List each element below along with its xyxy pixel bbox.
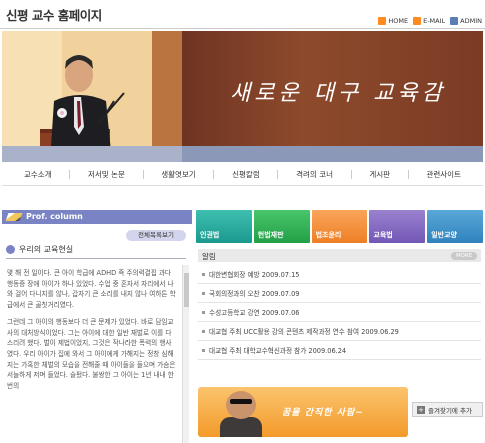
category-label: 인권법: [200, 231, 220, 239]
column-title: Prof. column: [26, 212, 83, 221]
banner-text: 꿈을 간직한 사람~: [282, 408, 364, 418]
nav-item-daily-life[interactable]: 생활엿보기: [161, 169, 196, 180]
banner-person-body: [220, 417, 262, 437]
nav-separator: [142, 170, 144, 179]
site-header: 신평 교수 홈페이지 HOME E-MAIL ADMIN: [0, 0, 485, 30]
admin-icon: [450, 17, 459, 25]
column-paragraph: 그런데 그 아이의 행동보다 더 큰 문제가 있었다. 바로 담임교사의 대처방…: [7, 317, 176, 391]
column-title-bar: Prof. column: [2, 210, 192, 224]
category-general-culture[interactable]: 일반교양: [427, 210, 483, 243]
notice-text: 대한변협회장 예방 2009.07.15: [209, 271, 300, 279]
category-tiles: 인권법 헌법재판 법조윤리 교육법 일반교양: [196, 210, 483, 243]
bullet-icon: [202, 310, 205, 314]
nav-separator: [213, 170, 215, 179]
notice-text: 대교협 주최 UCC활용 강의 콘텐츠 제작과정 연수 참여 2009.06.2…: [209, 328, 399, 336]
column-divider: [6, 258, 186, 259]
notice-item[interactable]: 대교협 주최 UCC활용 강의 콘텐츠 제작과정 연수 참여 2009.06.2…: [198, 322, 481, 341]
main-banner: 새로운 대구 교육감: [2, 31, 483, 162]
professor-figure: [2, 31, 182, 162]
add-favorites-label: 즐겨찾기에 추가: [428, 406, 472, 415]
email-icon: [413, 17, 422, 25]
dream-banner[interactable]: 꿈을 간직한 사람~: [198, 387, 408, 437]
column-heading[interactable]: 우리의 교육현실: [6, 244, 73, 255]
plus-icon: +: [417, 405, 425, 414]
nav-separator: [350, 170, 352, 179]
top-links: HOME E-MAIL ADMIN: [378, 17, 482, 25]
notice-title: 알림: [202, 252, 216, 261]
notice-list: 대한변협회장 예방 2009.07.15 국회의정과의 오찬 2009.07.0…: [198, 265, 481, 360]
column-heading-text: 우리의 교육현실: [19, 245, 74, 254]
nav-item-publications[interactable]: 저서및 논문: [88, 169, 125, 180]
prof-column-panel: Prof. column 전체목록보기 우리의 교육현실 몇 해 전 일이다. …: [2, 210, 192, 443]
email-link[interactable]: E-MAIL: [413, 17, 445, 25]
home-link-label: HOME: [388, 17, 409, 25]
professor-photo: [2, 31, 182, 162]
column-body: 몇 해 전 일이다. 큰 아이 학급에 ADHD 즉 주의력결핍 과다행동증 장…: [7, 268, 177, 443]
category-human-rights-law[interactable]: 인권법: [196, 210, 252, 243]
column-paragraph: 몇 해 전 일이다. 큰 아이 학급에 ADHD 즉 주의력결핍 과다행동증 장…: [7, 269, 176, 310]
bullet-icon: [202, 272, 205, 276]
admin-link-label: ADMIN: [460, 17, 482, 25]
nav-item-professor-intro[interactable]: 교수소개: [24, 169, 52, 180]
bullet-icon: [202, 348, 205, 352]
banner-slogan: 새로운 대구 교육감: [230, 81, 446, 106]
site-title: 신평 교수 홈페이지: [6, 8, 102, 23]
category-constitutional-trial[interactable]: 헌법재판: [253, 210, 310, 243]
admin-link[interactable]: ADMIN: [450, 17, 482, 25]
main-nav: 교수소개 저서및 논문 생활엿보기 신평칼럼 격려의 코너 게시판 관련사이트: [2, 164, 483, 186]
header-divider: [0, 28, 485, 29]
email-link-label: E-MAIL: [423, 17, 446, 25]
scrollbar-thumb[interactable]: [184, 273, 189, 307]
nav-separator: [69, 170, 71, 179]
category-label: 일반교양: [431, 231, 457, 239]
bullet-icon: [202, 329, 205, 333]
notice-text: 수성고등학교 강연 2009.07.06: [209, 309, 300, 317]
notice-item[interactable]: 국회의정과의 오찬 2009.07.09: [198, 284, 481, 303]
category-label: 헌법재판: [257, 231, 284, 239]
category-education-law[interactable]: 교육법: [369, 210, 426, 243]
column-scrollbar[interactable]: [182, 265, 189, 443]
notice-item[interactable]: 수성고등학교 강연 2009.07.06: [198, 303, 481, 322]
bullet-icon: [202, 291, 205, 295]
more-button[interactable]: MORE: [451, 252, 477, 260]
view-all-button[interactable]: 전체목록보기: [126, 230, 186, 241]
sunglasses-icon: [230, 399, 252, 404]
notice-item[interactable]: 대한변협회장 예방 2009.07.15: [198, 265, 481, 284]
notice-header: 알림 MORE: [198, 249, 481, 262]
nav-item-column[interactable]: 신평칼럼: [232, 169, 260, 180]
home-link[interactable]: HOME: [378, 17, 408, 25]
pencil-icon: [5, 213, 23, 221]
notice-text: 대교협 주최 대학교수혁신과정 참가 2009.06.24: [209, 347, 347, 355]
category-legal-ethics[interactable]: 법조윤리: [311, 210, 368, 243]
banner-band-accent: [182, 146, 483, 162]
category-label: 교육법: [373, 231, 393, 239]
category-label: 법조윤리: [315, 231, 342, 239]
nav-item-related-sites[interactable]: 관련사이트: [426, 169, 461, 180]
banner-person-face: [226, 391, 256, 419]
home-icon: [378, 17, 387, 25]
nav-item-board[interactable]: 게시판: [369, 169, 390, 180]
notice-item[interactable]: 대교협 주최 대학교수혁신과정 참가 2009.06.24: [198, 341, 481, 360]
nav-separator: [277, 170, 279, 179]
add-favorites-button[interactable]: + 즐겨찾기에 추가: [412, 402, 483, 417]
notice-text: 국회의정과의 오찬 2009.07.09: [209, 290, 300, 298]
nav-item-encouragement[interactable]: 격려의 코너: [296, 169, 333, 180]
bullet-icon: [6, 245, 15, 254]
nav-separator: [407, 170, 409, 179]
